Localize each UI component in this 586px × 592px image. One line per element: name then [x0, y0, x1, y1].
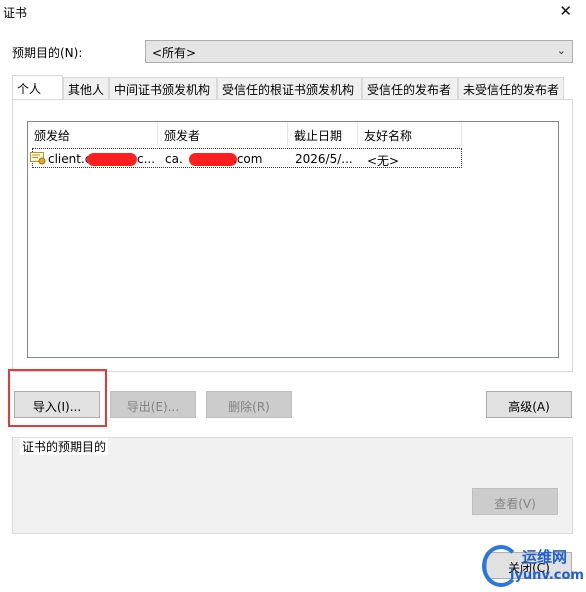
table-row[interactable]: client.c c... ca. .com 2026/5/... <无> [30, 148, 462, 168]
tab-other-people[interactable]: 其他人 [63, 77, 109, 99]
advanced-button[interactable]: 高级(A) [486, 391, 572, 418]
tab-label: 受信任的根证书颁发机构 [222, 83, 355, 97]
tab-untrusted-publishers[interactable]: 未受信任的发布者 [458, 77, 564, 99]
certificate-list[interactable]: 颁发给 颁发者 截止日期 友好名称 client.c c... ca. .com… [27, 121, 559, 358]
purpose-select[interactable]: <所有> ⌄ [145, 40, 573, 63]
column-issued-to[interactable]: 颁发给 [28, 122, 158, 146]
tab-label: 个人 [17, 82, 42, 96]
remove-button[interactable]: 删除(R) [206, 391, 292, 418]
cell-expiration: 2026/5/... [295, 152, 353, 166]
watermark-url: iyunv.com [510, 568, 584, 583]
cell-issued-to: client.c [48, 152, 92, 166]
certificate-icon [30, 152, 46, 165]
title-bar: 证书 ✕ [0, 0, 586, 22]
tab-trusted-publishers[interactable]: 受信任的发布者 [362, 77, 458, 99]
watermark-text: 运维网 [522, 548, 568, 566]
tab-personal[interactable]: 个人 [12, 75, 63, 99]
cell-issued-to-tail: c... [137, 152, 156, 166]
column-friendly-name[interactable]: 友好名称 [358, 122, 462, 146]
tab-intermediate-ca[interactable]: 中间证书颁发机构 [109, 77, 217, 99]
tab-label: 中间证书颁发机构 [114, 83, 211, 97]
close-icon[interactable]: ✕ [559, 2, 572, 20]
column-issued-by[interactable]: 颁发者 [158, 122, 288, 146]
column-expiration[interactable]: 截止日期 [288, 122, 358, 146]
redaction-mark [189, 153, 237, 166]
tab-label: 其他人 [68, 83, 105, 97]
group-label: 证书的预期目的 [20, 438, 109, 455]
purpose-label: 预期目的(N): [12, 46, 83, 60]
tab-label: 未受信任的发布者 [463, 83, 560, 97]
chevron-down-icon: ⌄ [556, 44, 566, 57]
view-button[interactable]: 查看(V) [472, 488, 558, 515]
cell-issued-by-tail: .com [233, 152, 263, 166]
window-title: 证书 [3, 6, 28, 20]
redaction-mark [87, 153, 137, 166]
tab-label: 受信任的发布者 [367, 83, 452, 97]
cell-friendly-name: <无> [367, 154, 400, 168]
export-button[interactable]: 导出(E)... [110, 391, 196, 418]
list-header: 颁发给 颁发者 截止日期 友好名称 [28, 122, 558, 146]
tab-trusted-root-ca[interactable]: 受信任的根证书颁发机构 [217, 77, 362, 99]
purpose-selected-value: <所有> [152, 46, 197, 60]
highlight-annotation [8, 369, 107, 427]
cell-issued-by: ca. [165, 152, 183, 166]
